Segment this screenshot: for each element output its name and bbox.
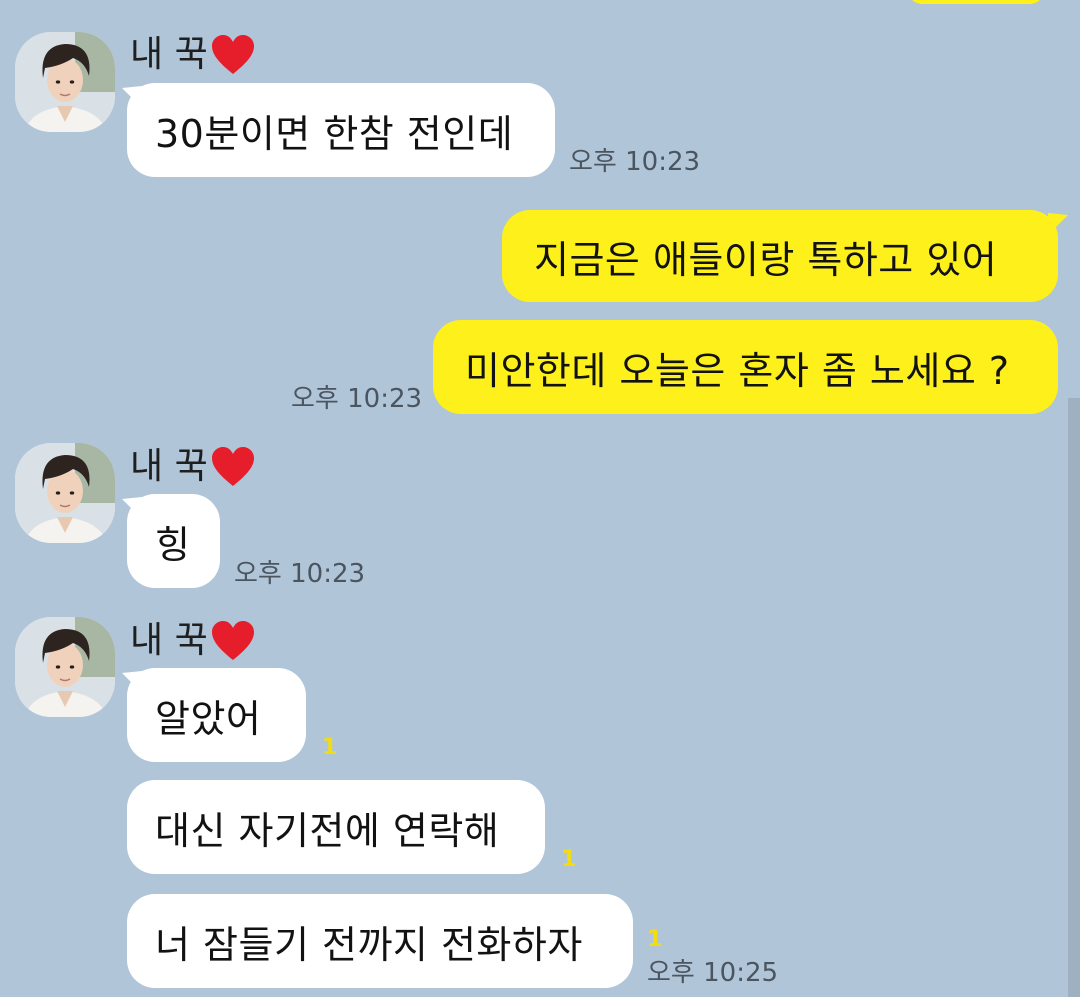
red-heart-icon [210, 446, 256, 488]
unread-count: 1 [561, 847, 577, 872]
message-bubble[interactable]: 너 잠들기 전까지 전화하자 [127, 894, 633, 988]
red-heart-icon [210, 620, 256, 662]
previous-outgoing-bubble [906, 0, 1046, 4]
message-text: 알았어 [155, 696, 262, 741]
sender-name-text: 내 꾹 [130, 620, 208, 661]
unread-count: 1 [322, 735, 338, 760]
sender-name-text: 내 꾹 [130, 34, 208, 75]
message-bubble[interactable]: 힝 [127, 494, 220, 588]
message-text: 힝 [155, 522, 191, 567]
message-text: 너 잠들기 전까지 전화하자 [155, 922, 583, 967]
unread-count: 1 [647, 927, 663, 952]
contact-avatar[interactable] [15, 617, 115, 717]
sender-name: 내 꾹 [130, 34, 256, 76]
message-bubble[interactable]: 30분이면 한참 전인데 [127, 83, 555, 177]
contact-avatar[interactable] [15, 32, 115, 132]
red-heart-icon [210, 34, 256, 76]
message-time: 오후 10:23 [291, 384, 423, 414]
message-bubble[interactable]: 대신 자기전에 연락해 [127, 780, 545, 874]
message-text: 대신 자기전에 연락해 [155, 808, 500, 853]
message-bubble-outgoing[interactable]: 미안한데 오늘은 혼자 좀 노세요 ? [433, 320, 1058, 414]
sender-name: 내 꾹 [130, 446, 256, 488]
message-bubble[interactable]: 알았어 [127, 668, 306, 762]
sender-name: 내 꾹 [130, 620, 256, 662]
message-text: 지금은 애들이랑 톡하고 있어 [534, 237, 998, 282]
profile-photo-icon [15, 617, 115, 717]
contact-avatar[interactable] [15, 443, 115, 543]
profile-photo-icon [15, 32, 115, 132]
message-time: 오후 10:25 [647, 958, 779, 988]
profile-photo-icon [15, 443, 115, 543]
message-text: 미안한데 오늘은 혼자 좀 노세요 ? [465, 348, 1010, 393]
scrollbar[interactable] [1068, 398, 1080, 997]
bubble-tail [1048, 211, 1070, 237]
message-text: 30분이면 한참 전인데 [155, 111, 514, 156]
message-time: 오후 10:23 [234, 559, 366, 589]
message-time: 오후 10:23 [569, 147, 701, 177]
sender-name-text: 내 꾹 [130, 446, 208, 487]
message-bubble-outgoing[interactable]: 지금은 애들이랑 톡하고 있어 [502, 210, 1058, 302]
